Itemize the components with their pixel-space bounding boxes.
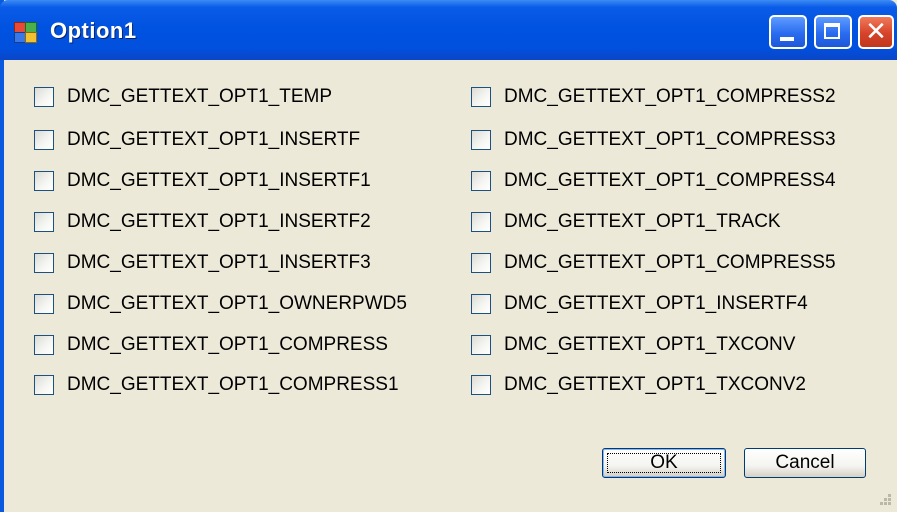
option-label: DMC_GETTEXT_OPT1_TEMP (67, 86, 332, 107)
maximize-button[interactable] (814, 15, 852, 49)
cancel-button-label: Cancel (775, 452, 835, 473)
option-compress5[interactable]: DMC_GETTEXT_OPT1_COMPRESS5 (471, 249, 836, 277)
minimize-icon (780, 37, 794, 41)
option-insertf3[interactable]: DMC_GETTEXT_OPT1_INSERTF3 (34, 249, 371, 277)
close-button[interactable]: ✕ (858, 15, 894, 49)
checkbox[interactable] (471, 294, 491, 314)
option-txconv[interactable]: DMC_GETTEXT_OPT1_TXCONV (471, 331, 795, 359)
option-compress3[interactable]: DMC_GETTEXT_OPT1_COMPRESS3 (471, 126, 836, 154)
option-label: DMC_GETTEXT_OPT1_COMPRESS5 (504, 252, 836, 273)
option-compress[interactable]: DMC_GETTEXT_OPT1_COMPRESS (34, 331, 388, 359)
checkbox[interactable] (471, 87, 491, 107)
checkbox[interactable] (34, 253, 54, 273)
checkbox[interactable] (34, 294, 54, 314)
checkbox[interactable] (34, 130, 54, 150)
option-ownerpwd5[interactable]: DMC_GETTEXT_OPT1_OWNERPWD5 (34, 290, 407, 318)
option1-dialog: Option1 ✕ DMC_GETTEXT_OPT1_TEMP DMC_GETT… (0, 0, 897, 512)
option-label: DMC_GETTEXT_OPT1_OWNERPWD5 (67, 293, 407, 314)
option-label: DMC_GETTEXT_OPT1_COMPRESS4 (504, 170, 836, 191)
app-icon (14, 22, 37, 43)
option-insertf1[interactable]: DMC_GETTEXT_OPT1_INSERTF1 (34, 167, 371, 195)
option-compress1[interactable]: DMC_GETTEXT_OPT1_COMPRESS1 (34, 371, 399, 399)
checkbox[interactable] (471, 171, 491, 191)
cancel-button[interactable]: Cancel (744, 448, 866, 478)
close-icon: ✕ (865, 17, 887, 47)
window-title: Option1 (50, 18, 137, 43)
option-label: DMC_GETTEXT_OPT1_INSERTF4 (504, 293, 808, 314)
checkbox[interactable] (34, 171, 54, 191)
option-compress4[interactable]: DMC_GETTEXT_OPT1_COMPRESS4 (471, 167, 836, 195)
title-bar[interactable]: Option1 ✕ (0, 0, 897, 60)
checkbox[interactable] (471, 253, 491, 273)
option-compress2[interactable]: DMC_GETTEXT_OPT1_COMPRESS2 (471, 83, 836, 111)
option-label: DMC_GETTEXT_OPT1_COMPRESS (67, 334, 388, 355)
option-insertf2[interactable]: DMC_GETTEXT_OPT1_INSERTF2 (34, 208, 371, 236)
option-label: DMC_GETTEXT_OPT1_INSERTF2 (67, 211, 371, 232)
checkbox[interactable] (471, 375, 491, 395)
option-label: DMC_GETTEXT_OPT1_INSERTF3 (67, 252, 371, 273)
focus-rect (607, 453, 721, 473)
option-label: DMC_GETTEXT_OPT1_TRACK (504, 211, 781, 232)
checkbox[interactable] (471, 335, 491, 355)
checkbox[interactable] (34, 212, 54, 232)
resize-grip-icon[interactable] (879, 494, 891, 506)
maximize-icon (824, 23, 840, 39)
option-track[interactable]: DMC_GETTEXT_OPT1_TRACK (471, 208, 781, 236)
option-label: DMC_GETTEXT_OPT1_INSERTF1 (67, 170, 371, 191)
option-label: DMC_GETTEXT_OPT1_INSERTF (67, 129, 361, 150)
checkbox[interactable] (471, 130, 491, 150)
option-label: DMC_GETTEXT_OPT1_COMPRESS1 (67, 374, 399, 395)
option-label: DMC_GETTEXT_OPT1_COMPRESS2 (504, 86, 836, 107)
checkbox[interactable] (34, 335, 54, 355)
option-txconv2[interactable]: DMC_GETTEXT_OPT1_TXCONV2 (471, 371, 806, 399)
option-label: DMC_GETTEXT_OPT1_TXCONV2 (504, 374, 806, 395)
checkbox[interactable] (34, 87, 54, 107)
checkbox[interactable] (34, 375, 54, 395)
option-label: DMC_GETTEXT_OPT1_TXCONV (504, 334, 796, 355)
option-label: DMC_GETTEXT_OPT1_COMPRESS3 (504, 129, 836, 150)
checkbox[interactable] (471, 212, 491, 232)
option-insertf[interactable]: DMC_GETTEXT_OPT1_INSERTF (34, 126, 360, 154)
option-insertf4[interactable]: DMC_GETTEXT_OPT1_INSERTF4 (471, 290, 808, 318)
ok-button[interactable]: OK (602, 448, 726, 478)
minimize-button[interactable] (769, 15, 807, 49)
option-temp[interactable]: DMC_GETTEXT_OPT1_TEMP (34, 83, 332, 111)
